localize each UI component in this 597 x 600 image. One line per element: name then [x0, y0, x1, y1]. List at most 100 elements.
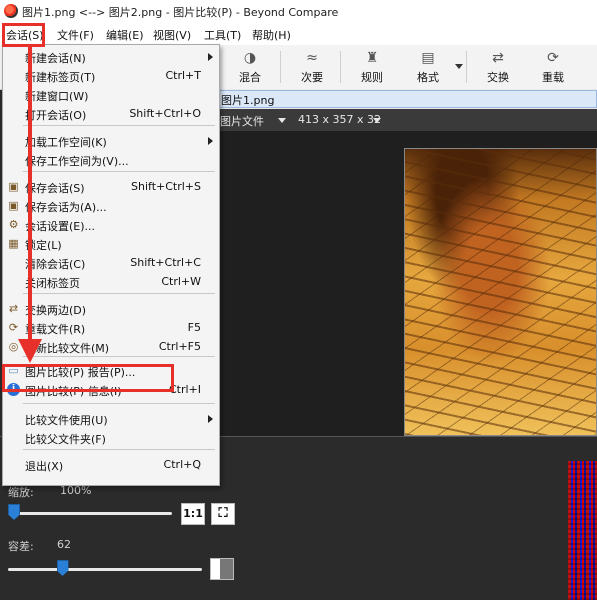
menu-item-label: 重载文件(R) — [25, 323, 86, 336]
menu-separator — [23, 125, 215, 126]
menu-item-label: 新建窗口(W) — [25, 90, 89, 103]
tolerance-color-button[interactable] — [210, 558, 234, 580]
compared-image — [404, 148, 597, 436]
reload-button[interactable]: ⟳ 重载 — [529, 47, 577, 87]
minor-button[interactable]: ≈ 次要 — [288, 47, 336, 87]
menu-item-3[interactable]: 新建窗口(W) — [3, 85, 219, 104]
menu-separator — [23, 403, 215, 404]
menu-bar: 会话(S) 文件(F) 编辑(E) 视图(V) 工具(T) 帮助(H) — [0, 24, 597, 45]
menu-item-18[interactable]: 比较文件使用(U) — [3, 409, 219, 428]
menu-file[interactable]: 文件(F) — [57, 27, 94, 43]
fit-window-icon: ⛶ — [218, 506, 228, 521]
menu-item-shortcut: Shift+Ctrl+C — [130, 256, 201, 269]
menu-item-20[interactable]: 退出(X) Ctrl+Q — [3, 455, 219, 474]
menu-item-1[interactable]: 新建会话(N) — [3, 47, 219, 66]
menu-item-5[interactable]: 加载工作空间(K) — [3, 131, 219, 150]
menu-item-19[interactable]: 比较父文件夹(F) — [3, 428, 219, 447]
menu-item-label: 退出(X) — [25, 460, 64, 473]
file-path-text: 图片1.png — [221, 94, 275, 107]
menu-edit[interactable]: 编辑(E) — [106, 27, 144, 43]
title-bar: 图片1.png <--> 图片2.png - 图片比较(P) - Beyond … — [0, 0, 597, 25]
save-as-icon: ▣ — [8, 199, 19, 212]
format-icon: ▤ — [421, 50, 435, 66]
menu-item-10[interactable]: ▦ 锁定(L) — [3, 234, 219, 253]
menu-item-6[interactable]: 保存工作空间为(V)... — [3, 150, 219, 169]
menu-item-13[interactable]: ⇄ 交换两边(D) — [3, 299, 219, 318]
menu-item-label: 新建标签页(T) — [25, 71, 96, 84]
menu-item-7[interactable]: ▣ 保存会话(S) Shift+Ctrl+S — [3, 177, 219, 196]
menu-item-label: 比较父文件夹(F) — [25, 433, 106, 446]
menu-view[interactable]: 视图(V) — [153, 27, 191, 43]
blend-label: 混合 — [239, 71, 261, 84]
swap-button[interactable]: ⇄ 交换 — [474, 47, 522, 87]
format-dropdown-chevron-icon[interactable] — [455, 64, 463, 69]
window-title: 图片1.png <--> 图片2.png - 图片比较(P) - Beyond … — [22, 6, 339, 19]
menu-item-shortcut: Ctrl+Q — [163, 458, 201, 471]
menu-help[interactable]: 帮助(H) — [252, 27, 291, 43]
menu-item-8[interactable]: ▣ 保存会话为(A)... — [3, 196, 219, 215]
menu-separator — [23, 171, 215, 172]
menu-item-label: 保存工作空间为(V)... — [25, 155, 129, 168]
rules-button[interactable]: ♜ 规则 — [348, 47, 396, 87]
difference-image-strip — [568, 461, 597, 600]
file-path-input[interactable]: 图片1.png — [218, 90, 597, 108]
menu-item-label: 交换两边(D) — [25, 304, 87, 317]
menu-item-label: 加载工作空间(K) — [25, 136, 107, 149]
menu-item-12[interactable]: 关闭标签页 Ctrl+W — [3, 272, 219, 291]
menu-item-label: 清除会话(C) — [25, 258, 86, 271]
reload-icon: ⟳ — [547, 50, 559, 66]
submenu-arrow-icon — [208, 137, 213, 145]
reload-label: 重载 — [542, 71, 564, 84]
file-type-chevron-down-icon[interactable] — [278, 118, 286, 123]
menu-item-label: 关闭标签页 — [25, 277, 80, 290]
menu-item-label: 保存会话为(A)... — [25, 201, 107, 214]
dimensions-chevron-down-icon[interactable] — [373, 118, 381, 123]
menu-item-2[interactable]: 新建标签页(T) Ctrl+T — [3, 66, 219, 85]
blend-icon: ◑ — [243, 50, 257, 66]
tolerance-label: 容差: — [8, 540, 34, 553]
zoom-slider-thumb[interactable] — [8, 504, 20, 520]
menu-item-11[interactable]: 清除会话(C) Shift+Ctrl+C — [3, 253, 219, 272]
reload-file-icon: ⟳ — [8, 321, 19, 334]
zoom-label: 缩放: — [8, 486, 34, 499]
menu-tools[interactable]: 工具(T) — [204, 27, 241, 43]
tolerance-slider-track[interactable] — [8, 568, 202, 571]
format-label: 格式 — [417, 71, 439, 84]
session-dropdown-menu: 新建会话(N) 新建标签页(T) Ctrl+T 新建窗口(W) 打开会话(O) Shift… — [2, 44, 220, 486]
submenu-arrow-icon — [208, 415, 213, 423]
zoom-slider-track[interactable] — [8, 512, 172, 515]
menu-separator — [23, 449, 215, 450]
submenu-arrow-icon — [208, 53, 213, 61]
lock-icon: ▦ — [8, 237, 19, 250]
tolerance-value: 62 — [57, 538, 71, 551]
actual-size-button[interactable]: 1:1 — [181, 503, 205, 525]
menu-item-4[interactable]: 打开会话(O) Shift+Ctrl+O — [3, 104, 219, 123]
menu-item-shortcut: Shift+Ctrl+O — [129, 107, 201, 120]
save-session-icon: ▣ — [8, 180, 19, 193]
annotation-arrow-line — [28, 47, 32, 347]
menu-item-shortcut: Ctrl+F5 — [158, 340, 201, 353]
rules-label: 规则 — [361, 71, 383, 84]
format-button[interactable]: ▤ 格式 — [404, 47, 452, 87]
menu-item-shortcut: F5 — [187, 321, 201, 334]
menu-item-shortcut: Ctrl+W — [161, 275, 201, 288]
swap-icon: ⇄ — [492, 50, 504, 66]
menu-item-14[interactable]: ⟳ 重载文件(R) F5 — [3, 318, 219, 337]
annotation-box-session-menu — [2, 23, 45, 47]
toolbar-separator — [340, 51, 341, 83]
menu-item-shortcut: Ctrl+T — [165, 69, 201, 82]
fit-to-window-button[interactable]: ⛶ — [211, 503, 235, 525]
file-type-selector[interactable]: 图片文件 — [220, 113, 264, 129]
blend-button[interactable]: ◑ 混合 — [226, 47, 274, 87]
image-dimensions: 413 x 357 x 32 — [298, 113, 381, 126]
rules-icon: ♜ — [365, 50, 379, 66]
menu-separator — [23, 293, 215, 294]
tolerance-slider-thumb[interactable] — [56, 560, 69, 576]
toolbar-separator — [466, 51, 467, 83]
annotation-arrow-head — [18, 339, 42, 363]
menu-item-9[interactable]: ⚙ 会话设置(E)... — [3, 215, 219, 234]
toolbar-separator — [280, 51, 281, 83]
menu-item-label: 保存会话(S) — [25, 182, 85, 195]
menu-item-label: 打开会话(O) — [25, 109, 87, 122]
menu-item-label: 会话设置(E)... — [25, 220, 96, 233]
